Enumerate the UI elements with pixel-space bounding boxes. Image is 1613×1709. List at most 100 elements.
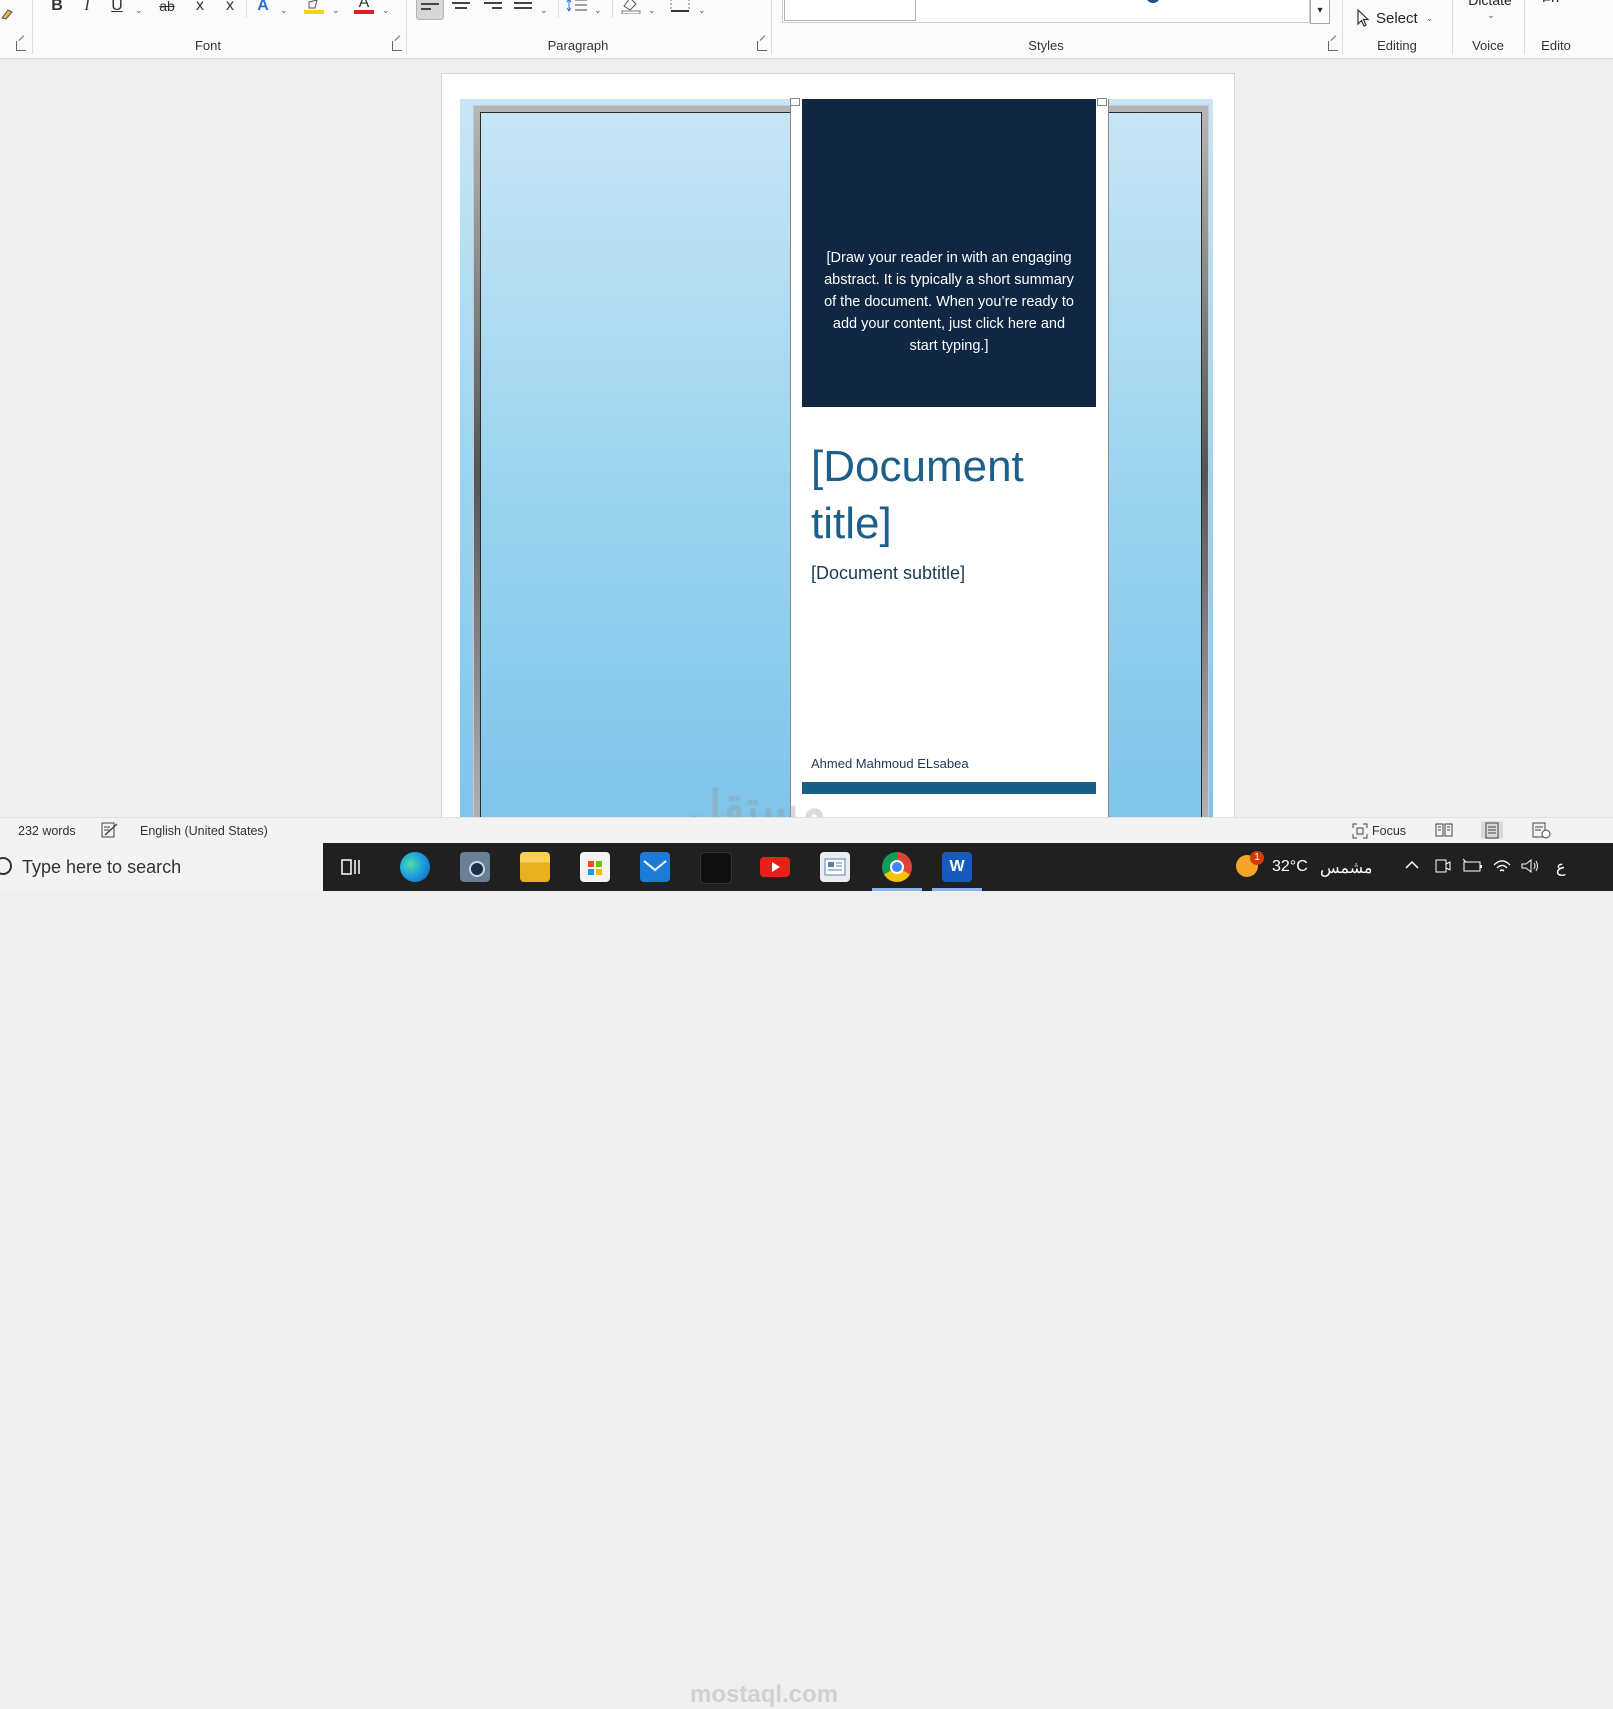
proofing-icon[interactable] — [101, 822, 119, 838]
voice-group-label: Voice — [1472, 38, 1504, 53]
page-icon — [1485, 822, 1499, 839]
highlight-dropdown-icon[interactable]: ⌄ — [332, 0, 340, 20]
styles-group-label: Styles — [1028, 38, 1064, 53]
wifi-icon[interactable] — [1492, 857, 1512, 877]
word-count[interactable]: 232 words — [18, 824, 76, 838]
justify-dropdown-icon[interactable]: ⌄ — [540, 0, 548, 20]
divider — [558, 0, 559, 18]
document-author[interactable]: Ahmed Mahmoud ELsabea — [811, 756, 969, 771]
input-indicator-partial[interactable]: ع — [1556, 857, 1566, 905]
italic-button[interactable]: I — [78, 0, 96, 16]
divider — [246, 0, 247, 18]
borders-dropdown-icon[interactable]: ⌄ — [698, 0, 706, 20]
edge-icon[interactable] — [400, 852, 430, 882]
microsoft-store-icon[interactable] — [580, 852, 610, 882]
document-subtitle[interactable]: [Document subtitle] — [811, 563, 965, 584]
show-hidden-icons-button[interactable] — [1404, 857, 1420, 877]
shading-dropdown-icon[interactable]: ⌄ — [648, 0, 656, 20]
editing-group-label: Editing — [1377, 38, 1417, 53]
shading-icon[interactable] — [620, 0, 642, 15]
chrome-active-indicator — [872, 888, 922, 891]
word-active-indicator — [932, 888, 982, 891]
weather-condition: مشمس — [1320, 860, 1373, 877]
focus-button[interactable]: Focus — [1352, 822, 1406, 840]
editor-button-partial[interactable]: Ed — [1542, 0, 1572, 2]
ribbon: B I U ⌄ ab x x A ⌄ ⌄ A ⌄ Font ⌄ ⌄ ⌄ ⌄ Pa… — [0, 0, 1613, 59]
news-icon[interactable] — [820, 852, 850, 882]
bold-button[interactable]: B — [48, 0, 66, 16]
panel-resize-handle[interactable] — [1097, 98, 1107, 106]
volume-icon[interactable] — [1520, 857, 1540, 877]
media-app-icon[interactable] — [700, 852, 732, 884]
word-icon[interactable]: W — [942, 852, 972, 882]
styles-launcher-icon[interactable] — [1328, 41, 1338, 51]
divider — [1342, 0, 1343, 54]
line-spacing-dropdown-icon[interactable]: ⌄ — [594, 0, 602, 20]
clipboard-launcher-icon[interactable] — [16, 41, 26, 51]
mail-icon[interactable] — [640, 852, 670, 882]
dictate-button[interactable]: Dictate ⌄ — [1466, 0, 1514, 26]
align-right-button[interactable] — [480, 0, 506, 18]
styles-more-button[interactable]: ▾ — [1310, 0, 1330, 24]
divider — [612, 0, 613, 18]
strikethrough-button[interactable]: ab — [156, 0, 178, 16]
notification-badge: 1 — [1250, 851, 1264, 865]
dictate-dropdown-icon: ⌄ — [1487, 10, 1495, 20]
watermark-url: mostaql.com — [690, 1681, 839, 1708]
borders-icon[interactable] — [670, 0, 690, 12]
justify-button[interactable] — [510, 0, 536, 18]
meet-now-icon[interactable] — [1434, 857, 1452, 877]
divider — [406, 0, 407, 54]
format-painter-icon[interactable] — [0, 6, 14, 20]
battery-icon[interactable] — [1462, 857, 1484, 877]
align-center-button[interactable] — [448, 0, 474, 18]
superscript-button[interactable]: x — [222, 0, 238, 16]
paragraph-launcher-icon[interactable] — [757, 41, 767, 51]
line-spacing-icon[interactable] — [566, 0, 588, 12]
status-bar: 232 words English (United States) Focus — [0, 817, 1613, 844]
highlight-color-button[interactable] — [304, 0, 324, 14]
focus-icon — [1352, 823, 1368, 839]
text-effects-dropdown-icon[interactable]: ⌄ — [280, 0, 288, 20]
divider — [771, 0, 772, 54]
document-title[interactable]: [Document title] — [811, 438, 1091, 552]
camera-icon[interactable] — [460, 852, 490, 882]
weather-widget[interactable]: 1 32°C مشمس — [1236, 843, 1381, 891]
editor-group-label: Edito — [1541, 38, 1571, 53]
underline-button[interactable]: U — [108, 0, 126, 16]
font-color-button[interactable]: A — [354, 0, 374, 14]
dictate-label: Dictate — [1468, 0, 1512, 8]
file-explorer-icon[interactable] — [520, 852, 550, 882]
paragraph-group-label: Paragraph — [547, 38, 609, 53]
taskbar-search[interactable]: Type here to search — [0, 843, 323, 891]
divider — [1452, 0, 1453, 54]
focus-label: Focus — [1372, 824, 1407, 838]
language-indicator[interactable]: English (United States) — [140, 824, 268, 838]
font-launcher-icon[interactable] — [392, 41, 402, 51]
globe-page-icon — [1532, 822, 1551, 839]
abstract-placeholder[interactable]: [Draw your reader in with an engaging ab… — [818, 247, 1080, 357]
subscript-button[interactable]: x — [192, 0, 208, 16]
book-icon — [1435, 823, 1453, 837]
text-effects-button[interactable]: A — [254, 0, 272, 16]
font-color-dropdown-icon[interactable]: ⌄ — [382, 0, 390, 20]
print-layout-button[interactable] — [1481, 821, 1503, 839]
align-left-button[interactable] — [416, 0, 444, 20]
temperature: 32°C — [1272, 858, 1308, 875]
select-button[interactable]: Select ⌄ — [1356, 6, 1433, 30]
search-icon — [0, 857, 12, 875]
panel-resize-handle[interactable] — [790, 98, 800, 106]
youtube-icon[interactable] — [760, 857, 790, 877]
style-normal-tile[interactable] — [784, 0, 916, 21]
highlighter-icon — [304, 0, 324, 14]
taskbar: Type here to search W mostaql.com 1 32°C… — [0, 843, 1613, 1708]
chrome-icon[interactable] — [882, 852, 912, 882]
read-mode-button[interactable] — [1433, 821, 1455, 839]
select-dropdown-icon: ⌄ — [1425, 12, 1434, 23]
web-layout-button[interactable] — [1530, 821, 1552, 839]
cursor-arrow-icon — [1357, 9, 1370, 27]
underline-dropdown-icon[interactable]: ⌄ — [135, 0, 143, 20]
task-view-icon[interactable] — [340, 857, 364, 877]
accent-bar — [802, 782, 1096, 794]
font-group-label: Font — [194, 38, 222, 53]
